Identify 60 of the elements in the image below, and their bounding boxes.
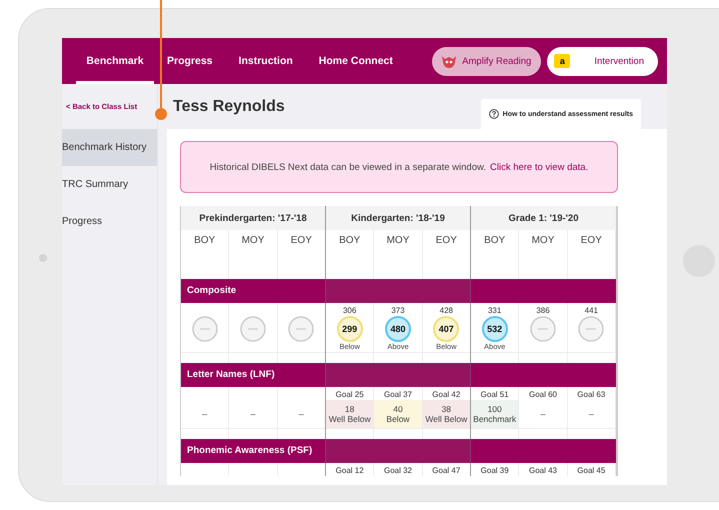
measure-score: 100 Benchmark <box>470 400 518 428</box>
composite-score: 299 <box>336 316 363 342</box>
goal-value: 441 <box>584 305 598 316</box>
section-title: Phonemic Awareness (PSF) <box>187 445 312 456</box>
goal-value: Goal 60 <box>528 389 557 400</box>
goal-value: Goal 45 <box>577 465 606 476</box>
sidebar-item[interactable]: Progress <box>62 203 157 240</box>
view-data-link[interactable]: Click here to view data. <box>490 162 588 172</box>
nav-tab[interactable]: Instruction <box>226 38 306 84</box>
no-score: – <box>202 408 208 421</box>
nav-tab[interactable]: Progress <box>154 38 226 84</box>
goal-value: Goal 63 <box>577 389 606 400</box>
composite-score: 407 <box>433 316 460 342</box>
nav-tab[interactable]: Home Connect <box>306 38 406 84</box>
year-heading: Prekindergarten: '17-'18 <box>181 206 326 230</box>
goal-value: Goal 37 <box>384 389 412 400</box>
period-heading: EOY <box>290 234 312 248</box>
period-heading: MOY <box>532 234 554 248</box>
period-heading: BOY <box>484 234 506 248</box>
year-heading: Grade 1: '19-'20 <box>470 206 616 230</box>
period-heading: MOY <box>242 234 264 248</box>
period-heading: MOY <box>386 234 410 248</box>
no-score: – <box>250 408 256 421</box>
section-title: Letter Names (LNF) <box>187 369 275 380</box>
goal-value: Goal 47 <box>432 465 460 476</box>
measure-score: 40 Below <box>374 400 422 428</box>
period-heading: EOY <box>436 234 457 248</box>
measure-score: 38 Well Below <box>422 400 470 428</box>
goal-value: Goal 51 <box>480 389 509 400</box>
student-name: Tess Reynolds <box>173 98 285 116</box>
goal-value: Goal 12 <box>336 465 364 476</box>
goal-value: Goal 43 <box>528 465 557 476</box>
goal-value: 428 <box>440 305 453 316</box>
no-score: – <box>298 408 304 421</box>
goal-value: 373 <box>391 305 405 316</box>
no-score: – <box>540 408 546 421</box>
goal-value: Goal 32 <box>384 465 412 476</box>
goal-value: 386 <box>536 305 550 316</box>
period-heading: BOY <box>194 234 216 248</box>
program-button[interactable]: a Intervention <box>547 46 658 76</box>
measure-score: 18 Well Below <box>326 400 374 428</box>
section-title: Composite <box>187 285 236 296</box>
goal-value: 306 <box>342 305 356 316</box>
program-label: Amplify Reading <box>462 56 532 66</box>
program-logo: a <box>554 54 570 68</box>
goal-value: Goal 39 <box>480 465 509 476</box>
no-score: – <box>588 408 594 421</box>
program-button[interactable]: Amplify Reading <box>432 46 542 76</box>
sidebar-item[interactable]: TRC Summary <box>62 166 157 203</box>
year-heading: Kindergarten: '18-'19 <box>326 206 471 230</box>
period-heading: EOY <box>580 234 602 248</box>
banner-text: Historical DIBELS Next data can be viewed in a separate window. <box>210 162 486 172</box>
goal-value: Goal 25 <box>336 389 364 400</box>
composite-score: 480 <box>384 316 411 342</box>
goal-value: Goal 42 <box>432 389 460 400</box>
period-heading: BOY <box>339 234 360 248</box>
composite-score: 532 <box>482 316 508 342</box>
program-label: Intervention <box>594 56 644 66</box>
sidebar-item[interactable]: Benchmark History <box>62 129 157 166</box>
goal-value: 331 <box>488 305 502 316</box>
